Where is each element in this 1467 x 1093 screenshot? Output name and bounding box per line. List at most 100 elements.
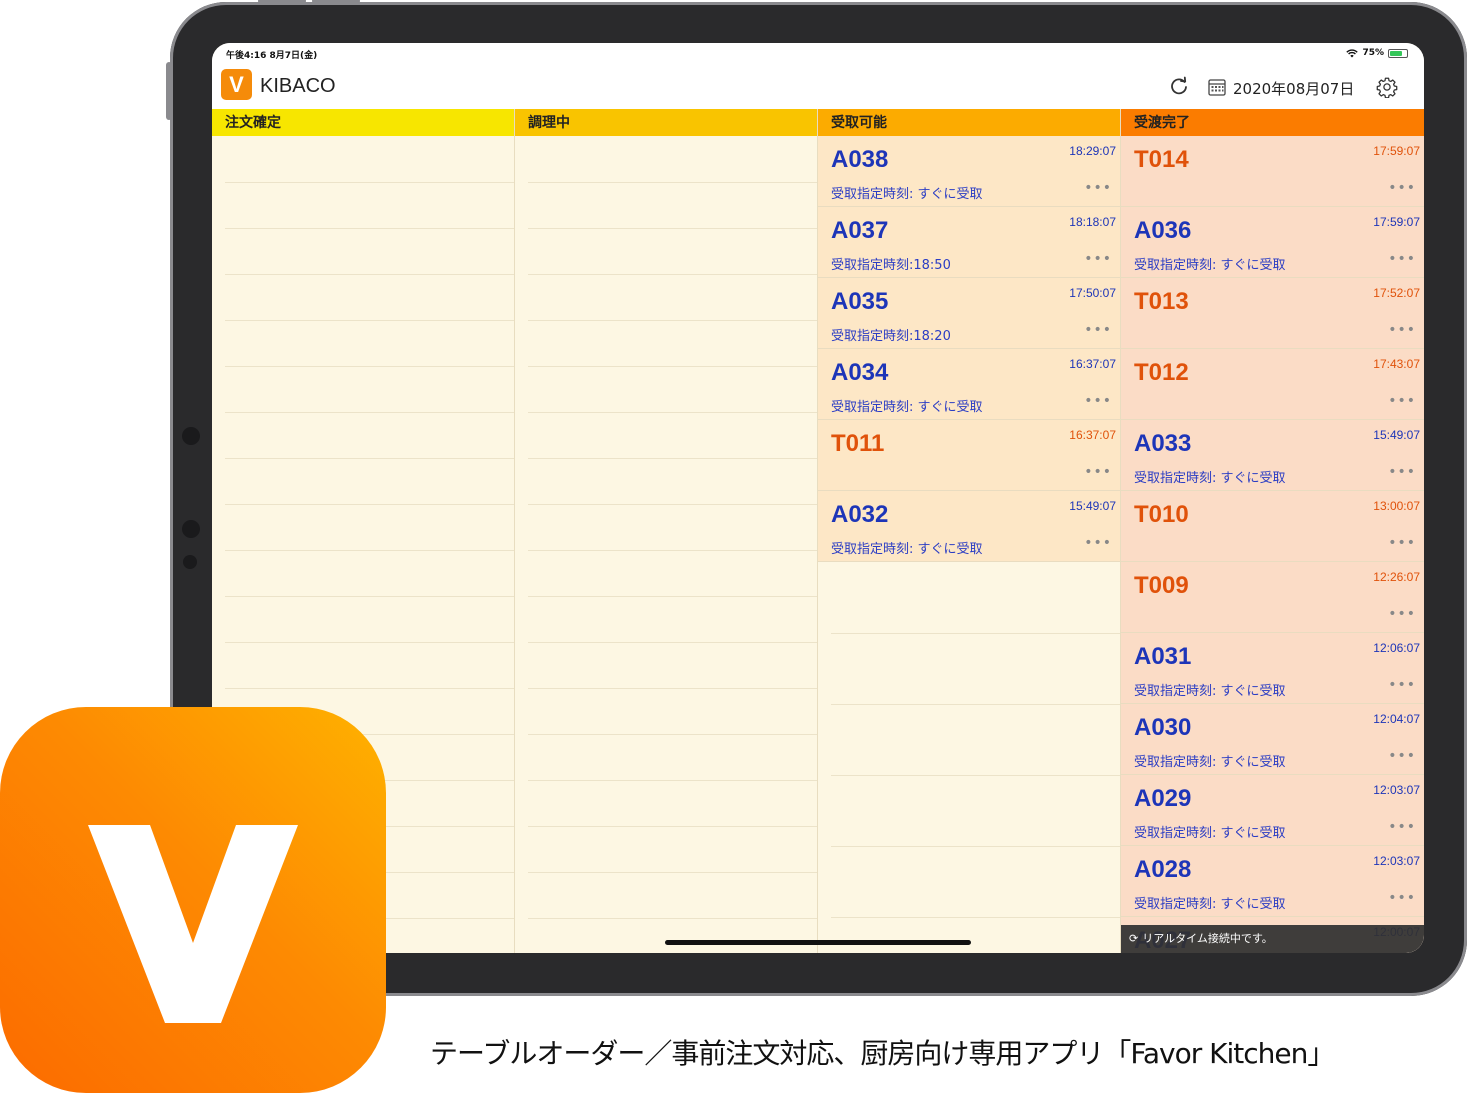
order-number: T009 — [1134, 572, 1189, 599]
order-card[interactable]: A035 17:50:07 受取指定時刻:18:20 ••• — [818, 278, 1120, 349]
battery-percent: 75% — [1362, 48, 1384, 58]
empty-row-divider — [225, 642, 514, 643]
order-card[interactable]: T013 17:52:07 ••• — [1121, 278, 1424, 349]
more-options-icon[interactable]: ••• — [1388, 180, 1416, 196]
empty-row-divider — [528, 826, 817, 827]
order-time: 12:03:07 — [1373, 783, 1420, 797]
pickup-time-note: 受取指定時刻: すぐに受取 — [831, 187, 983, 202]
more-options-icon[interactable]: ••• — [1388, 606, 1416, 622]
order-board: 注文確定 調理中 受取可能 A038 18:29:07 受取指定時刻: すぐに受取 •… — [212, 109, 1424, 953]
order-time: 17:52:07 — [1373, 286, 1420, 300]
more-options-icon[interactable]: ••• — [1388, 251, 1416, 267]
pickup-time-note: 受取指定時刻: すぐに受取 — [1134, 826, 1286, 841]
order-card[interactable]: T009 12:26:07 ••• — [1121, 562, 1424, 633]
column-header: 受取可能 — [818, 109, 1120, 136]
more-options-icon[interactable]: ••• — [1388, 393, 1416, 409]
favor-kitchen-app-icon — [0, 707, 386, 1093]
order-card[interactable]: A028 12:03:07 受取指定時刻: すぐに受取 ••• — [1121, 846, 1424, 917]
app-logo: V — [221, 69, 252, 100]
more-options-icon[interactable]: ••• — [1388, 890, 1416, 906]
order-card[interactable]: T012 17:43:07 ••• — [1121, 349, 1424, 420]
pickup-time-note: 受取指定時刻:18:50 — [831, 258, 951, 273]
order-number: T014 — [1134, 146, 1189, 173]
order-card[interactable]: A031 12:06:07 受取指定時刻: すぐに受取 ••• — [1121, 633, 1424, 704]
more-options-icon[interactable]: ••• — [1388, 819, 1416, 835]
order-number: T011 — [831, 430, 885, 457]
calendar-icon[interactable] — [1208, 78, 1226, 96]
empty-row-divider — [225, 320, 514, 321]
order-card[interactable]: T010 13:00:07 ••• — [1121, 491, 1424, 562]
more-options-icon[interactable]: ••• — [1388, 748, 1416, 764]
more-options-icon[interactable]: ••• — [1388, 464, 1416, 480]
home-indicator — [665, 940, 971, 945]
status-time: 午後4:16 8月7日(金) — [226, 51, 318, 61]
pickup-time-note: 受取指定時刻: すぐに受取 — [1134, 755, 1286, 770]
order-number: T010 — [1134, 501, 1189, 528]
empty-row-divider — [831, 775, 1120, 776]
gear-icon[interactable] — [1376, 76, 1398, 98]
column-cooking: 調理中 — [515, 109, 818, 953]
order-card[interactable]: A034 16:37:07 受取指定時刻: すぐに受取 ••• — [818, 349, 1120, 420]
battery-icon — [1388, 48, 1408, 58]
order-time: 12:26:07 — [1373, 570, 1420, 584]
more-options-icon[interactable]: ••• — [1084, 251, 1112, 267]
more-options-icon[interactable]: ••• — [1084, 535, 1112, 551]
order-time: 15:49:07 — [1373, 428, 1420, 442]
more-options-icon[interactable]: ••• — [1084, 464, 1112, 480]
app-screen: 午後4:16 8月7日(金) 75% V KIBACO 2020年08月07日 … — [212, 43, 1424, 953]
order-number: A034 — [831, 359, 889, 386]
pickup-time-note: 受取指定時刻: すぐに受取 — [1134, 684, 1286, 699]
order-card[interactable]: A033 15:49:07 受取指定時刻: すぐに受取 ••• — [1121, 420, 1424, 491]
order-time: 18:29:07 — [1069, 144, 1116, 158]
empty-row-divider — [528, 550, 817, 551]
more-options-icon[interactable]: ••• — [1388, 677, 1416, 693]
empty-row-divider — [528, 872, 817, 873]
refresh-icon[interactable] — [1169, 76, 1189, 96]
empty-row-divider — [225, 688, 514, 689]
order-number: A038 — [831, 146, 889, 173]
pencil-connector — [182, 520, 200, 538]
order-card[interactable]: T011 16:37:07 ••• — [818, 420, 1120, 491]
empty-row-divider — [528, 182, 817, 183]
more-options-icon[interactable]: ••• — [1084, 322, 1112, 338]
order-number: A031 — [1134, 643, 1192, 670]
order-card[interactable]: A032 15:49:07 受取指定時刻: すぐに受取 ••• — [818, 491, 1120, 562]
empty-row-divider — [528, 320, 817, 321]
empty-row-divider — [528, 734, 817, 735]
empty-row-divider — [225, 228, 514, 229]
pickup-time-note: 受取指定時刻: すぐに受取 — [1134, 897, 1286, 912]
empty-row-divider — [225, 412, 514, 413]
empty-row-divider — [831, 917, 1120, 918]
more-options-icon[interactable]: ••• — [1388, 535, 1416, 551]
status-bar: 午後4:16 8月7日(金) 75% — [212, 43, 1424, 65]
pickup-time-note: 受取指定時刻:18:20 — [831, 329, 951, 344]
order-card[interactable]: A038 18:29:07 受取指定時刻: すぐに受取 ••• — [818, 136, 1120, 207]
more-options-icon[interactable]: ••• — [1388, 322, 1416, 338]
empty-row-divider — [831, 704, 1120, 705]
order-time: 12:03:07 — [1373, 854, 1420, 868]
order-time: 12:04:07 — [1373, 712, 1420, 726]
order-number: A030 — [1134, 714, 1192, 741]
order-card[interactable]: A036 17:59:07 受取指定時刻: すぐに受取 ••• — [1121, 207, 1424, 278]
date-selector[interactable]: 2020年08月07日 — [1233, 78, 1354, 99]
order-number: T013 — [1134, 288, 1189, 315]
order-time: 17:59:07 — [1373, 144, 1420, 158]
empty-row-divider — [831, 846, 1120, 847]
empty-row-divider — [528, 596, 817, 597]
column-body: A038 18:29:07 受取指定時刻: すぐに受取 ••• A037 18:18:07… — [818, 136, 1120, 953]
more-options-icon[interactable]: ••• — [1084, 180, 1112, 196]
column-header: 調理中 — [515, 109, 817, 136]
order-card[interactable]: A030 12:04:07 受取指定時刻: すぐに受取 ••• — [1121, 704, 1424, 775]
order-card[interactable]: A037 18:18:07 受取指定時刻:18:50 ••• — [818, 207, 1120, 278]
order-card[interactable]: A029 12:03:07 受取指定時刻: すぐに受取 ••• — [1121, 775, 1424, 846]
realtime-connection-toast: ⟳ リアルタイム接続中です。 — [1121, 925, 1424, 953]
order-time: 18:18:07 — [1069, 215, 1116, 229]
empty-row-divider — [225, 458, 514, 459]
order-number: A033 — [1134, 430, 1192, 457]
pickup-time-note: 受取指定時刻: すぐに受取 — [1134, 258, 1286, 273]
order-time: 16:37:07 — [1069, 428, 1116, 442]
more-options-icon[interactable]: ••• — [1084, 393, 1112, 409]
order-time: 17:59:07 — [1373, 215, 1420, 229]
empty-row-divider — [528, 458, 817, 459]
order-card[interactable]: T014 17:59:07 ••• — [1121, 136, 1424, 207]
